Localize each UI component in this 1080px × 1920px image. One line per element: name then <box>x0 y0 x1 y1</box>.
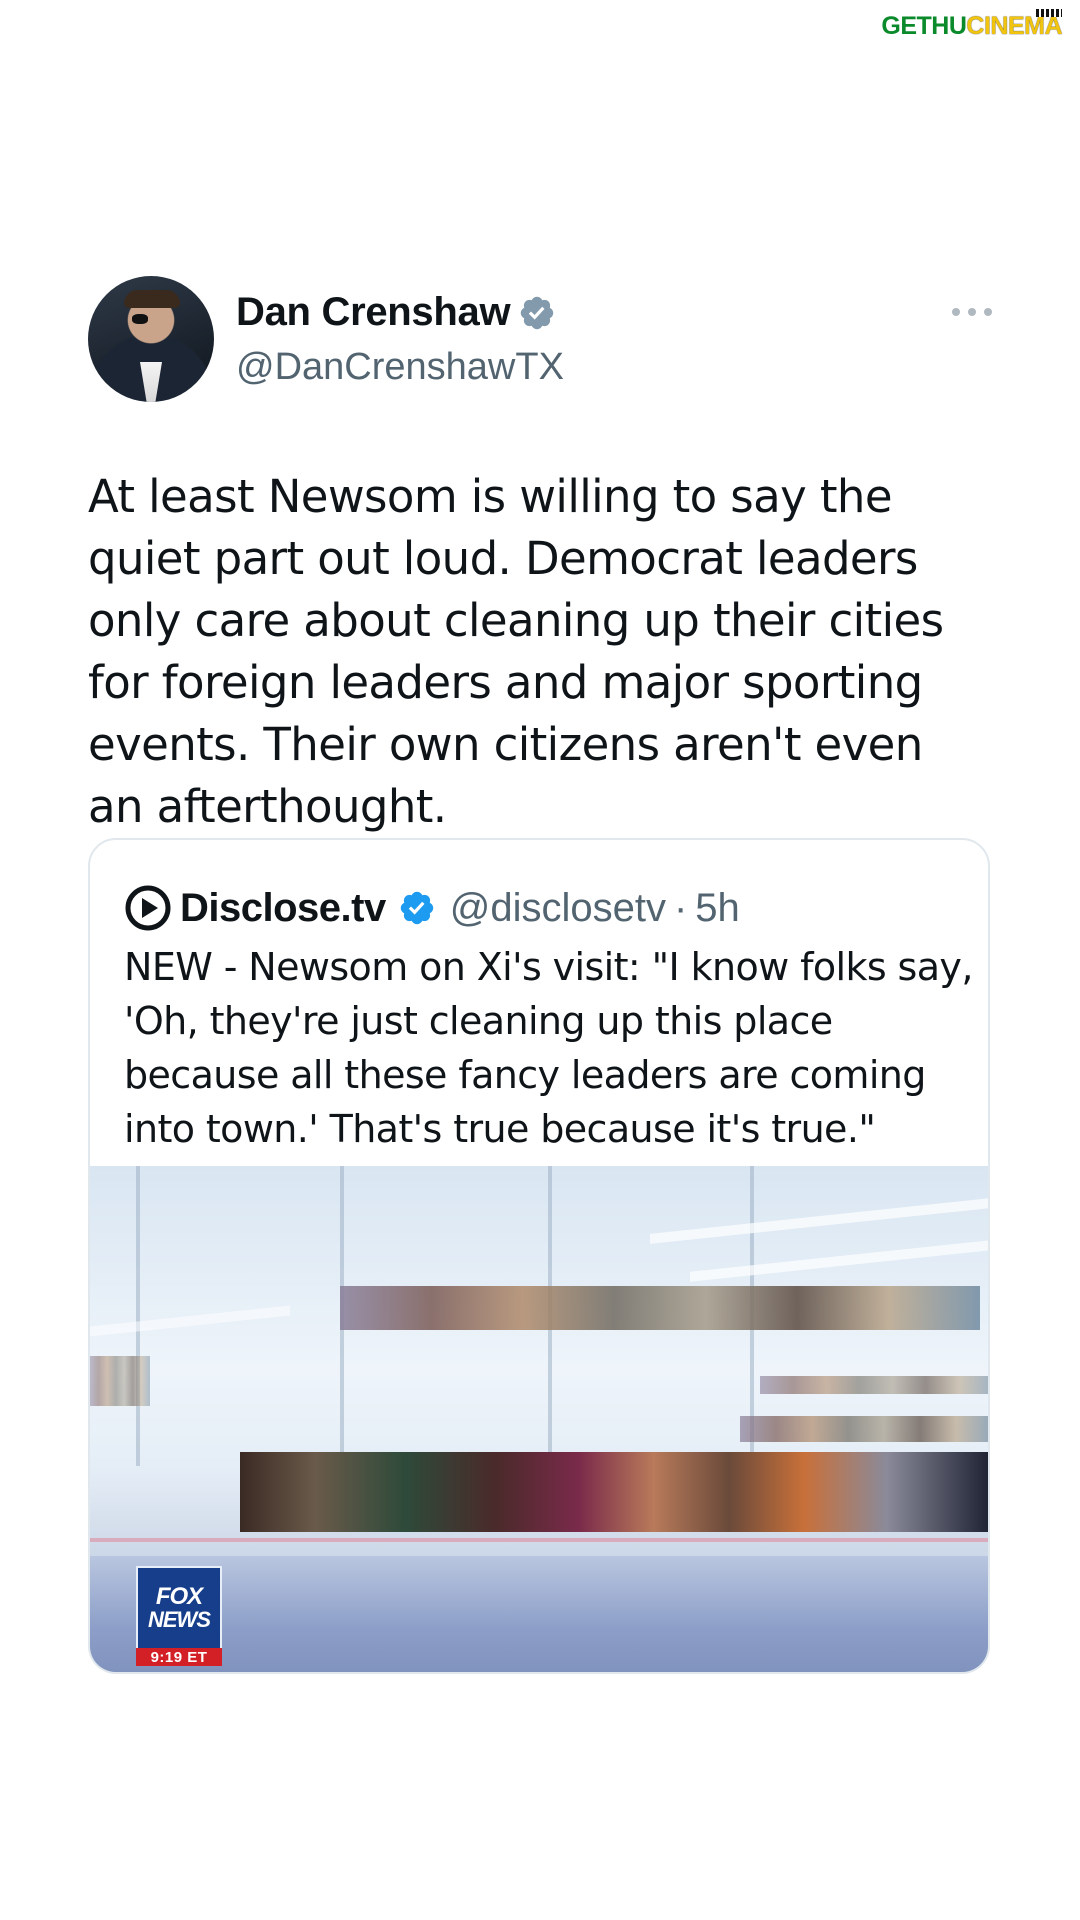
verified-badge-icon <box>400 891 433 925</box>
more-dot <box>968 308 976 316</box>
author-handle[interactable]: @DanCrenshawTX <box>236 346 564 389</box>
video-wall-strip <box>340 1286 980 1330</box>
studio-light-beam <box>90 1305 290 1337</box>
watermark-logo: GETHU CINEMA <box>873 6 1070 47</box>
quoted-handle[interactable]: @disclosetv <box>450 886 666 931</box>
name-row: Dan Crenshaw <box>236 290 556 335</box>
fox-logo-line2: NEWS <box>148 1607 211 1632</box>
broadcast-timestamp: 9:19 ET <box>136 1648 222 1666</box>
studio-light-beam <box>650 1198 988 1244</box>
studio-pillar <box>136 1166 140 1466</box>
video-wall-strip <box>90 1356 150 1406</box>
avatar-hair <box>124 290 180 308</box>
quoted-tweet-header: Disclose.tv @disclosetv · 5h <box>124 880 968 936</box>
more-dot <box>984 308 992 316</box>
disclosetv-logo-icon <box>125 885 171 931</box>
video-wall-strip <box>740 1416 988 1442</box>
studio-light-beam <box>690 1240 988 1282</box>
avatar-shirt <box>140 362 162 402</box>
screenshot-page: GETHU CINEMA Dan Crenshaw @DanCrenshawTX … <box>0 0 1080 1920</box>
watermark-part1: GETHU <box>881 12 967 40</box>
more-dot <box>952 308 960 316</box>
more-options-icon[interactable] <box>952 306 992 318</box>
video-thumbnail[interactable]: FOX NEWS 9:19 ET <box>90 1166 988 1672</box>
fox-news-logo: FOX NEWS <box>136 1566 222 1650</box>
tweet-header: Dan Crenshaw @DanCrenshawTX <box>88 276 992 404</box>
quoted-tweet-card[interactable]: Disclose.tv @disclosetv · 5h NEW - Newso… <box>88 838 990 1674</box>
verified-badge-icon <box>521 296 554 329</box>
avatar-eyepatch <box>132 314 148 324</box>
quoted-timestamp[interactable]: 5h <box>695 886 740 931</box>
fox-logo-line1: FOX <box>155 1583 203 1610</box>
display-name[interactable]: Dan Crenshaw <box>236 290 511 335</box>
avatar[interactable] <box>88 276 214 402</box>
studio-floor <box>90 1556 988 1672</box>
time-separator: · <box>673 885 688 930</box>
quoted-tweet-text: NEW - Newsom on Xi's visit: "I know folk… <box>124 945 973 1151</box>
studio-accent-line <box>90 1538 988 1542</box>
tweet-text: At least Newsom is willing to say the qu… <box>88 470 944 833</box>
video-wall-strip-main <box>240 1452 988 1532</box>
film-strip-icon <box>1036 9 1062 17</box>
video-wall-strip <box>760 1376 988 1394</box>
quoted-display-name[interactable]: Disclose.tv <box>180 886 386 931</box>
